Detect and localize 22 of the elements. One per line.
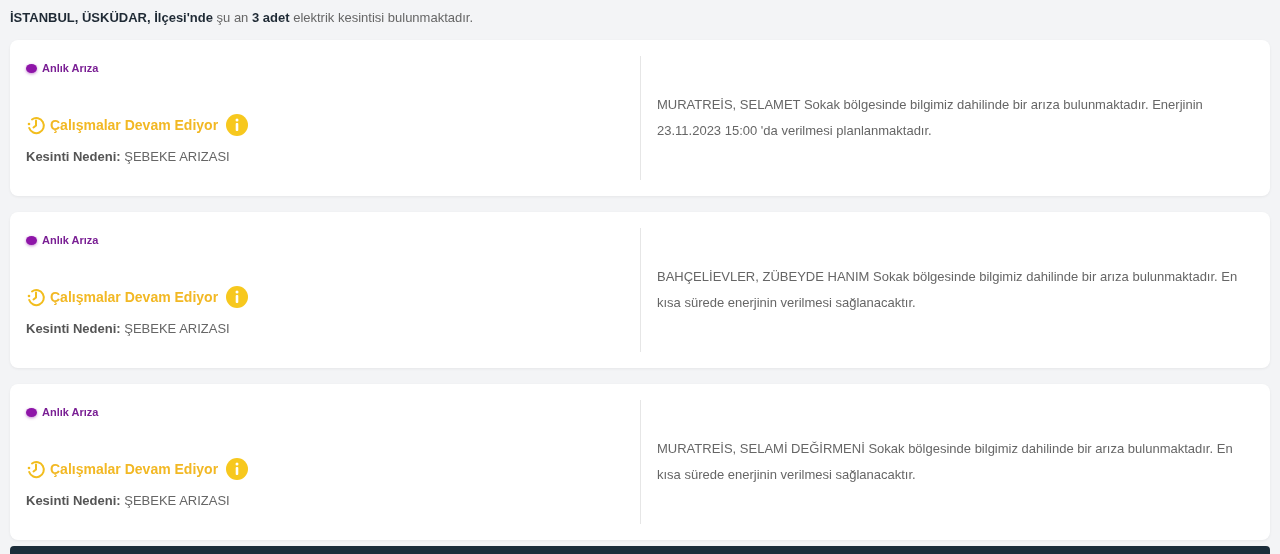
status-dot bbox=[26, 407, 37, 417]
outage-reason: Kesinti Nedeni: ŞEBEKE ARIZASI bbox=[26, 320, 231, 338]
outage-description: MURATREİS, SELAMET Sokak bölgesinde bilgimiz dahilinde bir arıza bulunmaktadır. Enerjinin 23.11.2023 15:00 'da verilmesi planlanmaktadır. bbox=[657, 96, 1204, 140]
outage-reason: Kesinti Nedeni: ŞEBEKE ARIZASI bbox=[26, 148, 231, 166]
outage-description: MURATREİS, SELAMİ DEĞİRMENİ Sokak bölgesinde bilgimiz dahilinde bir arıza bulunmaktadır. En kısa sürede enerjinin verilmesi sağlanacaktır. bbox=[657, 440, 1234, 484]
status-dot bbox=[26, 63, 37, 73]
outage-type: Anlık Arıza bbox=[42, 406, 99, 418]
summary-text: İSTANBUL, ÜSKÜDAR, İlçesi'nde şu an 3 adet elektrik kesintisi bulunmaktadır. bbox=[10, 9, 475, 27]
status-text: Çalışmalar Devam Ediyor bbox=[50, 461, 219, 477]
clock-icon bbox=[26, 115, 46, 135]
status-text: Çalışmalar Devam Ediyor bbox=[50, 117, 219, 133]
outage-reason: Kesinti Nedeni: ŞEBEKE ARIZASI bbox=[26, 492, 231, 510]
status-dot bbox=[26, 235, 37, 245]
outage-type: Anlık Arıza bbox=[42, 62, 99, 74]
clock-icon bbox=[26, 287, 46, 307]
outage-description: BAHÇELİEVLER, ZÜBEYDE HANIM Sokak bölgesinde bilgimiz dahilinde bir arıza bulunmaktadır. En kısa sürede enerjinin verilmesi sağlanacaktır. bbox=[657, 268, 1239, 312]
info-icon[interactable] bbox=[226, 458, 249, 480]
info-icon[interactable] bbox=[226, 286, 249, 308]
clock-icon bbox=[26, 459, 46, 479]
info-icon[interactable] bbox=[226, 114, 249, 136]
outage-type: Anlık Arıza bbox=[42, 234, 99, 246]
status-text: Çalışmalar Devam Ediyor bbox=[50, 289, 219, 305]
